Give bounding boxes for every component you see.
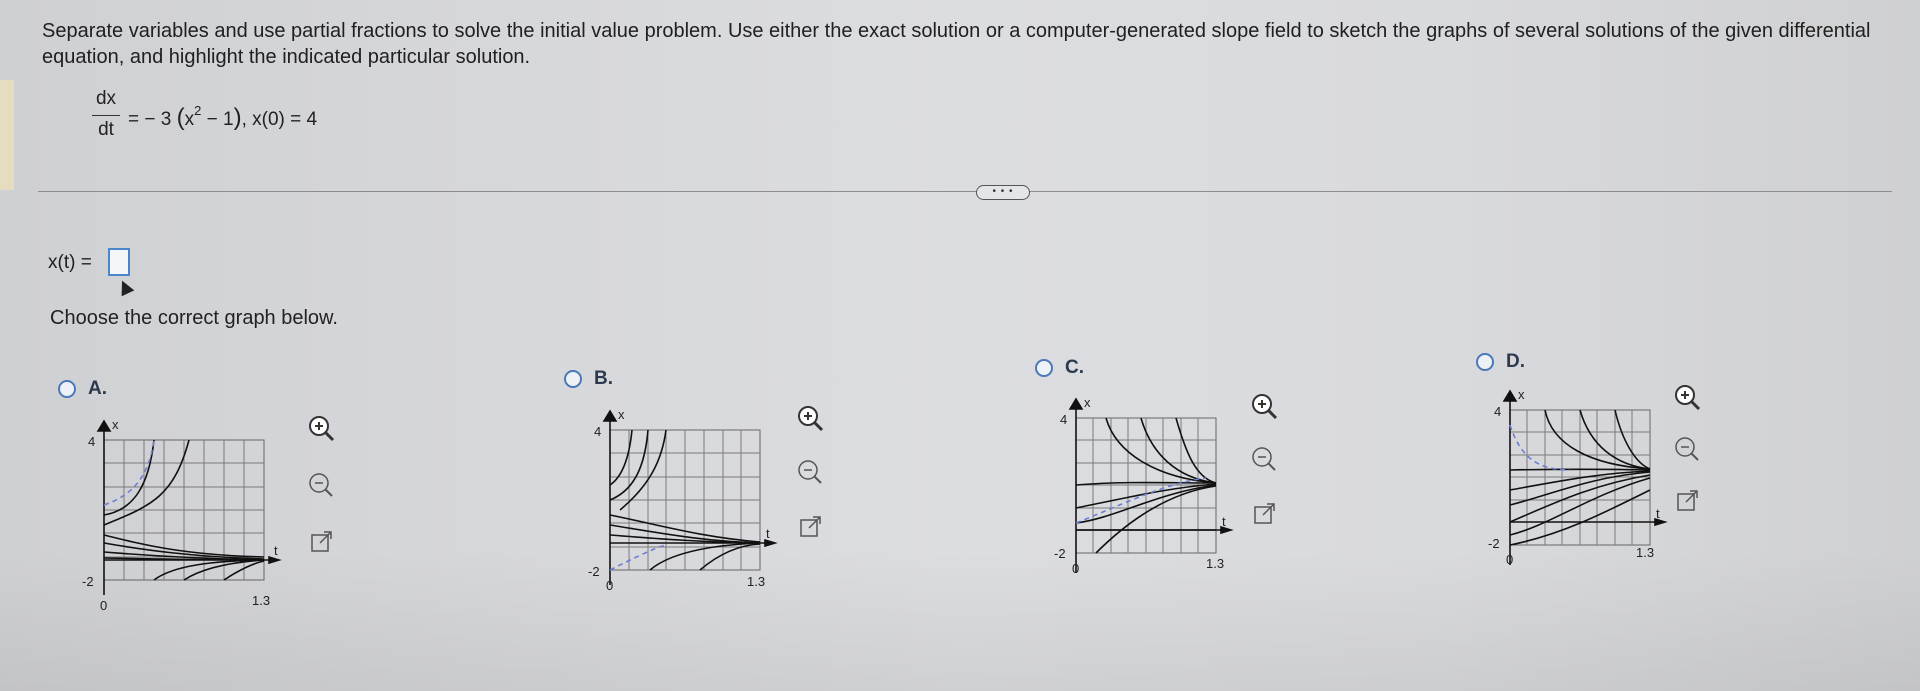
popout-icon[interactable] [1249,499,1279,529]
graph-b-y-top: 4 [594,424,601,439]
answer-label: x(t) = [48,252,92,273]
graph-c-y-bottom: -2 [1054,546,1066,561]
option-d-label: D. [1506,351,1525,372]
graph-a-y-bottom: -2 [82,574,94,589]
problem-instructions: Separate variables and use partial fract… [42,20,1871,68]
graph-a-x-start: 0 [100,598,107,613]
graph-a: 4 -2 0 1.3 t x [74,415,284,620]
graph-b-x-start: 0 [606,578,613,593]
graph-c-y-axis-label: x [1084,395,1091,410]
option-a-label: A. [88,378,107,399]
left-accent-strip [0,80,14,190]
derivative-fraction: dx dt [92,88,120,143]
graph-b-y-axis-label: x [618,407,625,422]
graph-b-y-bottom: -2 [588,564,600,579]
equation-constant: − 1 [201,109,234,130]
graph-d-x-start: 0 [1506,552,1513,567]
radio-icon[interactable] [564,370,582,388]
graph-d-x-axis-label: t [1656,506,1660,521]
zoom-in-icon[interactable] [795,403,825,433]
graph-c-x-start: 0 [1072,561,1079,576]
graph-a-y-top: 4 [88,434,95,449]
graph-c-x-end: 1.3 [1206,556,1224,571]
radio-icon[interactable] [1476,353,1494,371]
popout-icon[interactable] [795,512,825,542]
option-b-label: B. [594,368,613,389]
section-divider [38,191,1892,192]
expand-button[interactable]: • • • [976,185,1030,200]
initial-condition: , x(0) = 4 [241,109,318,130]
graph-a-y-axis-label: x [112,417,119,432]
graph-d-y-top: 4 [1494,404,1501,419]
answer-row: x(t) = [48,248,135,297]
graph-c-plot: 4 -2 0 1.3 t x [1054,395,1234,576]
equation-coefficient: = − 3 [128,109,172,130]
graph-a-plot: 4 -2 0 1.3 t x [82,417,282,613]
fraction-numerator: dx [95,88,117,109]
zoom-out-icon[interactable] [795,457,825,487]
graph-prompt: Choose the correct graph below. [50,307,338,329]
graph-a-x-end: 1.3 [252,593,270,608]
graph-c-y-top: 4 [1060,412,1067,427]
graph-b-plot: 4 -2 0 1.3 t x [588,407,778,593]
graph-a-x-axis-label: t [274,543,278,558]
radio-icon[interactable] [1035,359,1053,377]
equation-rhs: = − 3 (x2 − 1), x(0) = 4 [128,103,318,132]
fraction-bar [92,115,120,116]
radio-icon[interactable] [58,380,76,398]
answer-input[interactable] [108,248,130,276]
zoom-out-icon[interactable] [1672,434,1702,464]
paren-close: ) [233,104,242,131]
graph-b: 4 -2 0 1.3 t x [580,405,790,610]
graph-d-plot: 4 -2 0 1.3 t x [1488,387,1668,567]
equation-exponent: 2 [194,103,202,118]
graph-d: 4 -2 0 1.3 t x [1480,385,1690,590]
zoom-out-icon[interactable] [1249,444,1279,474]
zoom-in-icon[interactable] [1672,382,1702,412]
zoom-out-icon[interactable] [306,470,336,500]
graph-d-x-end: 1.3 [1636,545,1654,560]
graph-b-x-axis-label: t [766,526,770,541]
graph-b-x-end: 1.3 [747,574,765,589]
paren-open: ( [176,104,185,131]
zoom-in-icon[interactable] [306,413,336,443]
graph-c: 4 -2 0 1.3 t x [1046,393,1256,598]
graph-d-y-axis-label: x [1518,387,1525,402]
zoom-in-icon[interactable] [1249,391,1279,421]
option-c-label: C. [1065,357,1084,378]
graph-d-y-bottom: -2 [1488,536,1500,551]
equation-variable: x [184,109,195,130]
popout-icon[interactable] [1672,486,1702,516]
fraction-denominator: dt [98,119,114,140]
popout-icon[interactable] [306,527,336,557]
mouse-cursor-icon [115,277,135,297]
graph-c-x-axis-label: t [1222,514,1226,529]
